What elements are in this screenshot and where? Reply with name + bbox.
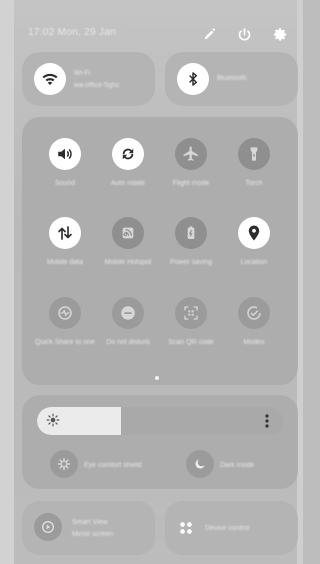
- power-saving-label: Power saving: [169, 259, 213, 266]
- modes-toggle[interactable]: [238, 297, 270, 329]
- device-control-title: Device control: [205, 525, 250, 532]
- flashlight-icon: [250, 147, 258, 161]
- power-button[interactable]: [234, 24, 254, 44]
- eye-comfort-icon: [57, 457, 71, 471]
- check-circle-icon: [247, 306, 261, 320]
- moon-icon: [195, 459, 205, 469]
- sound-label: Sound: [54, 180, 76, 187]
- power-icon: [238, 27, 250, 40]
- quick-toggles-panel: Sound Auto rotate Flight mode Torch Mobi…: [22, 117, 298, 385]
- flight-mode-toggle[interactable]: [175, 138, 207, 170]
- wifi-tile[interactable]: Wi-Fi wa-office-5ghz: [22, 52, 155, 106]
- auto-rotate-label: Auto rotate: [110, 180, 146, 187]
- quickshare-icon: [58, 306, 72, 320]
- grid-icon: [179, 521, 193, 540]
- qr-scan-toggle[interactable]: [175, 297, 207, 329]
- brightness-slider[interactable]: [37, 407, 283, 435]
- smart-view-icon: [42, 521, 54, 533]
- location-toggle[interactable]: [238, 217, 270, 249]
- wifi-toggle[interactable]: [34, 63, 66, 95]
- smart-view-subtitle: Mirror screen: [72, 531, 114, 538]
- smart-view-button[interactable]: [34, 513, 62, 541]
- device-control-tile[interactable]: Device control: [165, 501, 298, 555]
- do-not-disturb-label: Do not disturb: [106, 339, 150, 346]
- hotspot-toggle[interactable]: [112, 217, 144, 249]
- power-saving-toggle[interactable]: [175, 217, 207, 249]
- quick-panel: 17:02 Mon, 29 Jan Wi-Fi wa-office-5ghz B…: [0, 0, 303, 564]
- quick-share-label: Quick Share to one: [35, 339, 95, 346]
- wifi-title: Wi-Fi: [74, 70, 91, 77]
- data-arrows-icon: [58, 226, 72, 240]
- smart-view-tile[interactable]: Smart View Mirror screen: [22, 501, 155, 555]
- bluetooth-tile[interactable]: Bluetooth: [165, 52, 298, 106]
- location-pin-icon: [248, 225, 260, 241]
- do-not-disturb-toggle[interactable]: [112, 297, 144, 329]
- battery-icon: [187, 226, 195, 239]
- torch-label: Torch: [245, 180, 263, 187]
- status-bar: 17:02 Mon, 29 Jan: [24, 24, 289, 44]
- gear-icon: [273, 27, 286, 41]
- hotspot-label: Mobile Hotspot: [104, 259, 152, 266]
- bluetooth-title: Bluetooth: [217, 75, 247, 82]
- modes-label: Modes: [243, 339, 265, 346]
- qr-scan-icon: [184, 306, 198, 320]
- sun-icon: [46, 413, 60, 432]
- torch-toggle[interactable]: [238, 138, 270, 170]
- qr-scan-label: Scan QR code: [168, 339, 214, 346]
- minus-circle-icon: [121, 306, 135, 320]
- eye-comfort-toggle[interactable]: [50, 450, 78, 478]
- wifi-network: wa-office-5ghz: [74, 82, 120, 89]
- smart-view-title: Smart View: [72, 519, 108, 526]
- eye-comfort-label: Eye comfort shield: [84, 462, 142, 469]
- page-indicator: [155, 376, 159, 380]
- bluetooth-icon: [189, 72, 198, 86]
- pencil-icon: [204, 28, 216, 40]
- quick-share-toggle[interactable]: [49, 297, 81, 329]
- volume-icon: [58, 148, 72, 160]
- wifi-icon: [42, 73, 58, 85]
- flight-mode-label: Flight mode: [172, 180, 210, 187]
- settings-button[interactable]: [270, 24, 290, 44]
- rotate-icon: [122, 148, 134, 160]
- airplane-icon: [183, 146, 198, 161]
- dark-mode-label: Dark mode: [220, 462, 255, 469]
- sound-toggle[interactable]: [49, 138, 81, 170]
- dark-mode-toggle[interactable]: [186, 450, 214, 478]
- edit-button[interactable]: [200, 24, 220, 44]
- status-datetime: 17:02 Mon, 29 Jan: [28, 27, 116, 38]
- location-label: Location: [240, 259, 268, 266]
- auto-rotate-toggle[interactable]: [112, 138, 144, 170]
- mobile-data-toggle[interactable]: [49, 217, 81, 249]
- hotspot-icon: [122, 227, 134, 239]
- mobile-data-label: Mobile data: [46, 259, 84, 266]
- bluetooth-toggle[interactable]: [177, 63, 209, 95]
- more-vertical-icon: [265, 414, 269, 428]
- brightness-more-button[interactable]: [259, 410, 275, 432]
- panel-edge-left: [0, 0, 14, 564]
